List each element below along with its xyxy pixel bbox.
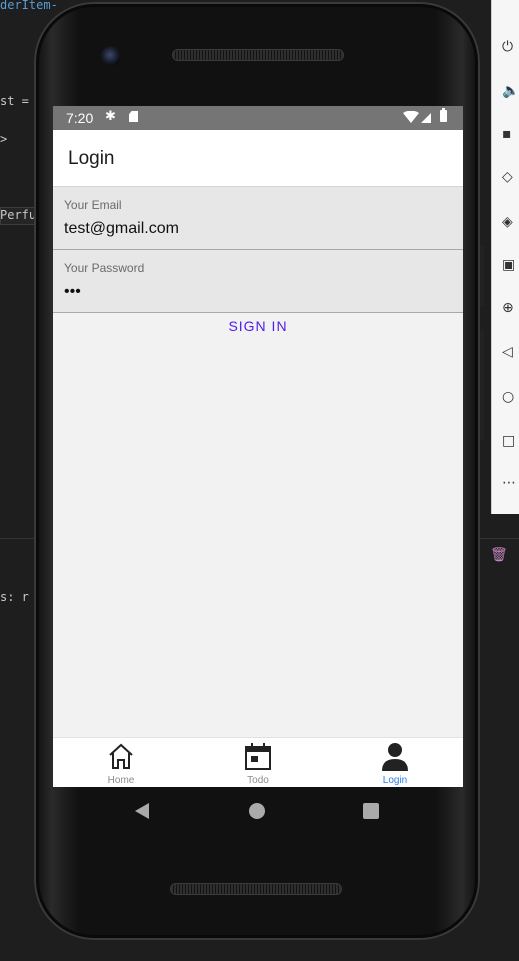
volume-down-icon[interactable]: ▪ (502, 127, 516, 141)
tab-todo[interactable]: Todo (190, 738, 326, 787)
system-nav-bar (53, 787, 463, 833)
bottom-speaker (170, 883, 342, 895)
tab-login-label: Login (382, 775, 408, 786)
sd-card-icon (129, 111, 138, 122)
device-screen: 7:20 ✱ Login Your Email test@gmail.com Y… (53, 106, 463, 787)
earpiece-speaker (172, 49, 344, 61)
overview-icon[interactable]: □ (502, 434, 516, 448)
recents-nav-icon[interactable] (363, 803, 379, 819)
email-label: Your Email (64, 198, 122, 212)
power-icon[interactable]: ⏻ (502, 40, 516, 54)
password-field[interactable]: Your Password ••• (53, 250, 463, 313)
power-side-button[interactable] (480, 245, 484, 307)
calendar-icon (245, 743, 271, 770)
zoom-icon[interactable]: ⊕ (502, 301, 516, 315)
sign-in-button[interactable]: SIGN IN (53, 314, 463, 338)
app-bar: Login (53, 130, 463, 187)
camera-icon[interactable]: ▣ (502, 258, 516, 272)
tab-home[interactable]: Home (53, 738, 189, 787)
trash-icon[interactable]: 🗑 (490, 547, 508, 563)
code-line: derItem- (0, 0, 58, 12)
back-icon[interactable]: ◁ (502, 345, 516, 359)
rotate-left-icon[interactable]: ◇ (502, 170, 516, 184)
email-input[interactable]: test@gmail.com (64, 220, 179, 238)
settings-icon: ✱ (105, 109, 116, 124)
back-nav-icon[interactable] (135, 803, 149, 819)
home-icon (109, 743, 133, 769)
bottom-tab-bar: Home Todo Login (53, 737, 463, 787)
emulator-toolbar: ⏻ 🔈 ▪ ◇ ◈ ▣ ⊕ ◁ ○ □ ⋯ (491, 0, 519, 514)
tab-login[interactable]: Login (327, 738, 463, 787)
home-nav-icon[interactable] (249, 803, 265, 819)
tab-home-label: Home (107, 775, 135, 786)
code-line: > (0, 132, 8, 146)
output-line: s: r (0, 590, 29, 604)
password-label: Your Password (64, 261, 145, 275)
page-title: Login (68, 148, 115, 169)
status-bar: 7:20 ✱ (53, 106, 463, 130)
password-input[interactable]: ••• (64, 283, 81, 301)
tab-todo-label: Todo (247, 775, 269, 786)
email-field[interactable]: Your Email test@gmail.com (53, 187, 463, 250)
person-icon (382, 743, 408, 771)
battery-icon (440, 108, 447, 122)
front-camera (101, 46, 121, 66)
volume-side-button[interactable] (480, 330, 484, 440)
home-icon[interactable]: ○ (502, 390, 516, 404)
rotate-right-icon[interactable]: ◈ (502, 215, 516, 229)
volume-up-icon[interactable]: 🔈 (502, 84, 519, 98)
wifi-signal-icon (403, 111, 431, 123)
more-icon[interactable]: ⋯ (502, 476, 516, 490)
code-line: Perfu (0, 208, 37, 222)
code-line: st = (0, 94, 29, 108)
status-time: 7:20 (66, 110, 94, 126)
